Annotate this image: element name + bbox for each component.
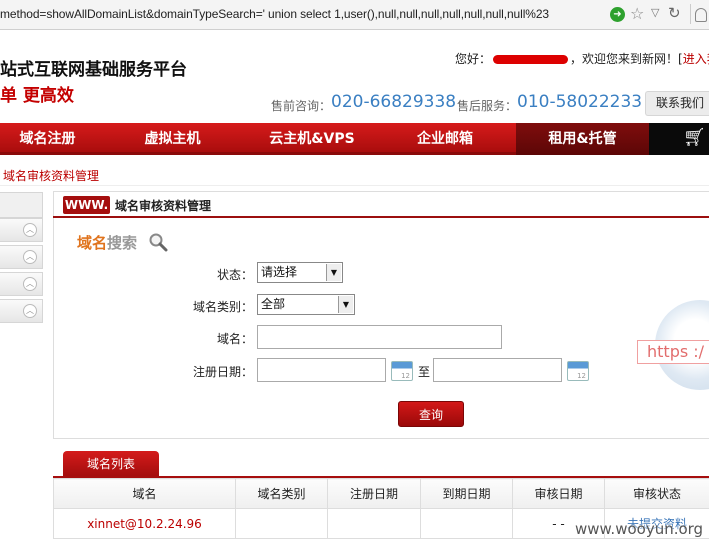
- sidebar-tab[interactable]: ︿: [0, 245, 43, 269]
- search-title: 域名搜索: [77, 232, 137, 253]
- nav-item-label: 租用&托管: [548, 131, 617, 147]
- col-reg-date: 注册日期: [327, 478, 421, 509]
- cell-domain[interactable]: xinnet@10.2.24.96: [53, 508, 236, 539]
- table-header-row: 域名 域名类别 注册日期 到期日期 审核日期 审核状态: [53, 478, 709, 509]
- cart-icon[interactable]: 🛒︎: [649, 123, 709, 155]
- col-audit-date: 审核日期: [512, 478, 605, 509]
- domain-input[interactable]: [257, 325, 502, 349]
- user-icon[interactable]: [695, 8, 707, 22]
- address-bar: method=showAllDomainList&domainTypeSearc…: [0, 0, 709, 30]
- page: { "browser": { "url": "method=showAllDom…: [0, 0, 709, 541]
- nav-item-cloud-vps[interactable]: 云主机&VPS: [252, 123, 372, 155]
- panel-title: 域名审核资料管理: [115, 199, 212, 213]
- calendar-icon[interactable]: 12: [567, 361, 589, 381]
- aftersale-label: 售后服务：: [457, 99, 518, 113]
- sidebar-tab[interactable]: ︿: [0, 299, 43, 323]
- col-domain: 域名: [53, 478, 236, 509]
- star-icon[interactable]: ☆: [630, 4, 644, 23]
- col-audit-status: 审核状态: [604, 478, 709, 509]
- redacted-username: [493, 55, 569, 64]
- reload-icon[interactable]: ↻: [668, 4, 681, 22]
- presale-phone: 020-66829338: [331, 92, 457, 112]
- sidebar-tab[interactable]: [0, 192, 43, 218]
- chevron-down-icon: ▼: [338, 296, 353, 313]
- search-icon: [149, 233, 168, 252]
- to-label: 至: [418, 365, 431, 379]
- divider: [690, 4, 691, 24]
- greeting-prefix: 您好：: [455, 52, 492, 66]
- reg-date-from-input[interactable]: [257, 358, 386, 382]
- search-title-a: 域名: [77, 234, 108, 252]
- watermark: www.wooyun.org: [575, 520, 704, 538]
- calendar-icon[interactable]: 12: [391, 361, 413, 381]
- divider: [0, 185, 709, 186]
- chevron-up-icon: ︿: [23, 223, 37, 237]
- col-type: 域名类别: [235, 478, 328, 509]
- domain-type-select[interactable]: 全部 ▼: [257, 294, 355, 315]
- nav-item-virtual-host[interactable]: 虚拟主机: [120, 123, 225, 155]
- login-link[interactable]: 进入我的: [683, 52, 709, 66]
- status-select[interactable]: 请选择 ▼: [257, 262, 343, 283]
- col-exp-date: 到期日期: [420, 478, 513, 509]
- aftersale-phone: 010-58022233: [517, 92, 643, 112]
- status-label: 状态：: [216, 268, 253, 282]
- chevron-up-icon: ︿: [23, 304, 37, 318]
- domain-list-tab[interactable]: 域名列表: [63, 451, 159, 477]
- nav-item-domain-register[interactable]: 域名注册: [0, 123, 95, 155]
- presale-label: 售前咨询：: [271, 99, 332, 113]
- domain-type-label: 域名类别：: [192, 300, 253, 314]
- cell-exp-date: [420, 508, 513, 539]
- contact-us-button[interactable]: 联系我们: [645, 91, 709, 116]
- nav-item-rent-hosting[interactable]: 租用&托管: [516, 123, 649, 155]
- domain-type-select-value: 全部: [261, 297, 286, 311]
- reg-date-to-input[interactable]: [433, 358, 562, 382]
- greeting-suffix: ，欢迎您来到新网！[: [570, 52, 683, 66]
- cell-type: [235, 508, 328, 539]
- status-select-value: 请选择: [261, 265, 298, 279]
- search-panel: [53, 191, 709, 439]
- brand-slogan-1: 站式互联网基础服务平台: [0, 60, 187, 80]
- url-text[interactable]: method=showAllDomainList&domainTypeSearc…: [0, 7, 549, 21]
- brand-slogan-2: 单 更高效: [0, 86, 74, 106]
- query-button[interactable]: 查询: [398, 401, 464, 427]
- breadcrumb[interactable]: 域名审核资料管理: [3, 167, 99, 184]
- chevron-up-icon: ︿: [23, 250, 37, 264]
- reg-date-label: 注册日期：: [192, 365, 253, 379]
- www-badge: WWW.: [63, 196, 110, 214]
- https-decoration: https :/: [637, 340, 709, 364]
- nav-item-enterprise-mail[interactable]: 企业邮箱: [395, 123, 495, 155]
- go-icon[interactable]: ➜: [610, 7, 625, 22]
- chevron-up-icon: ︿: [23, 277, 37, 291]
- greeting: 您好： ，欢迎您来到新网！[进入我的: [455, 50, 709, 67]
- domain-label: 域名：: [216, 332, 253, 346]
- chevron-down-icon: ▼: [326, 264, 341, 281]
- dropdown-icon[interactable]: ▽: [651, 6, 659, 19]
- sidebar-tab[interactable]: ︿: [0, 218, 43, 242]
- cell-reg-date: [327, 508, 421, 539]
- sidebar-tab[interactable]: ︿: [0, 272, 43, 296]
- search-title-b: 搜索: [107, 234, 138, 252]
